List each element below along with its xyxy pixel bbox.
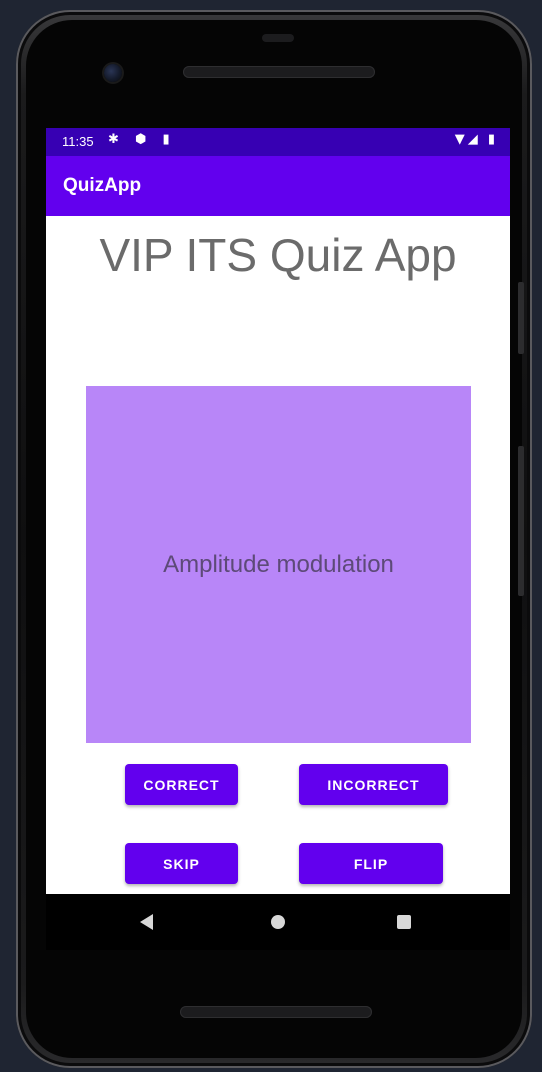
status-time: 11:35 [62, 134, 94, 149]
page-title: VIP ITS Quiz App [99, 229, 457, 281]
back-icon[interactable] [140, 914, 153, 930]
app-title: QuizApp [63, 175, 142, 196]
volume-button [518, 446, 524, 596]
top-slit [262, 34, 294, 42]
correct-button[interactable]: CORRECT [125, 764, 238, 805]
navigation-bar [46, 894, 510, 950]
notification-icons: ✱ ⬢ ▮ [108, 132, 176, 147]
earpiece-speaker [183, 66, 375, 78]
front-camera [104, 64, 122, 82]
recents-icon[interactable] [397, 915, 411, 929]
flashcard-text: Amplitude modulation [163, 550, 394, 578]
skip-button[interactable]: SKIP [125, 843, 238, 884]
bottom-speaker [180, 1006, 372, 1018]
screen: 11:35 ✱ ⬢ ▮ ▼◢ ▮ QuizApp VIP ITS Quiz Ap… [46, 128, 510, 950]
flashcard[interactable]: Amplitude modulation [86, 386, 471, 743]
status-bar: 11:35 ✱ ⬢ ▮ ▼◢ ▮ [46, 128, 510, 156]
app-bar: QuizApp [46, 156, 510, 216]
home-icon[interactable] [271, 915, 285, 929]
incorrect-button[interactable]: INCORRECT [299, 764, 448, 805]
power-button [518, 282, 524, 354]
flip-button[interactable]: FLIP [299, 843, 443, 884]
system-icons: ▼◢ ▮ [454, 132, 498, 147]
